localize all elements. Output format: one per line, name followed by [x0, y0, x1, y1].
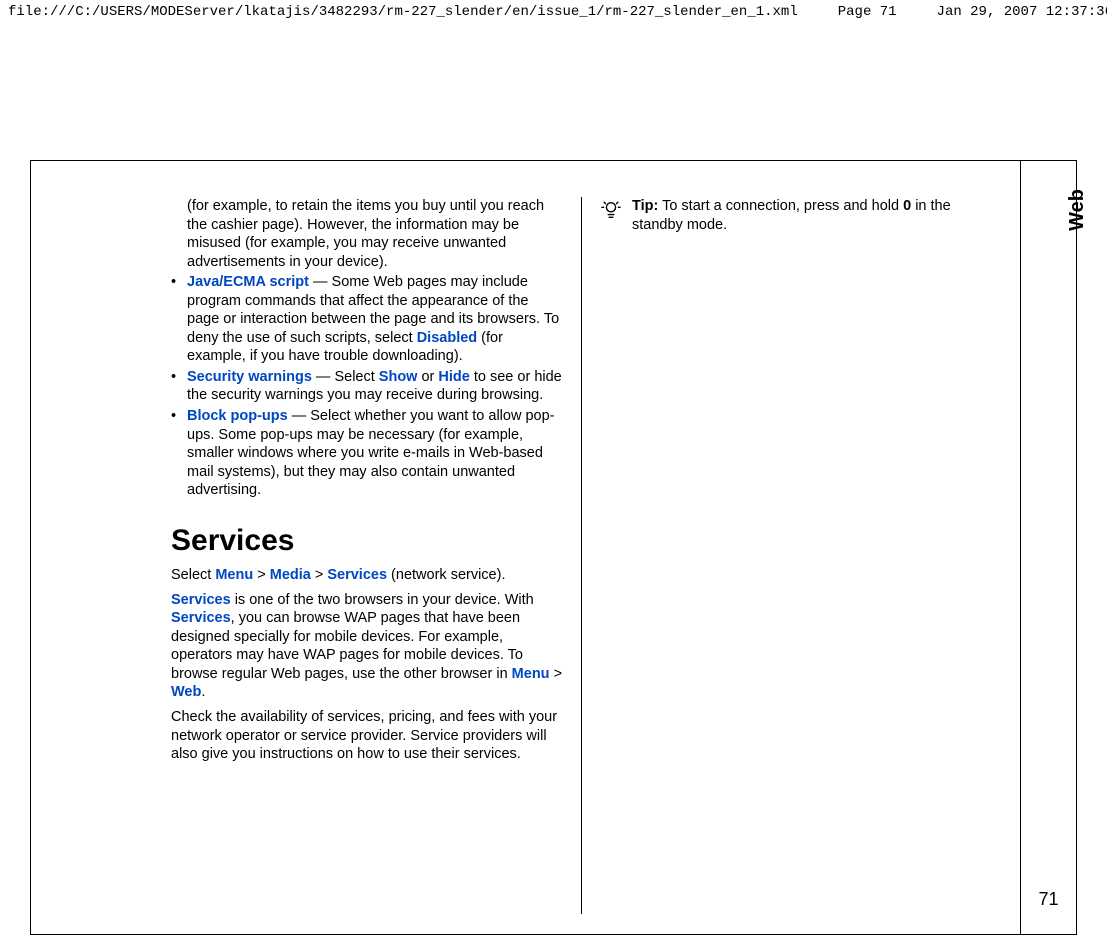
services-link: Services: [327, 567, 387, 583]
header-line: file:///C:/USERS/MODEServer/lkatajis/348…: [0, 0, 1107, 24]
term-block-popups: Block pop-ups: [187, 408, 288, 424]
tip-text: Tip: To start a connection, press and ho…: [632, 197, 992, 234]
tip-label: Tip:: [632, 198, 658, 214]
tip-block: Tip: To start a connection, press and ho…: [600, 197, 992, 234]
text: .: [201, 684, 205, 700]
term-disabled: Disabled: [417, 330, 477, 346]
chevron-icon: >: [257, 567, 265, 583]
services-link: Services: [171, 592, 231, 608]
web-link: Web: [171, 684, 201, 700]
list-item: Security warnings — Select Show or Hide …: [171, 368, 563, 405]
term-show: Show: [379, 369, 418, 385]
list-item: Java/ECMA script — Some Web pages may in…: [171, 273, 563, 366]
services-link: Services: [171, 610, 231, 626]
settings-list: Java/ECMA script — Some Web pages may in…: [171, 273, 563, 500]
page-number: 71: [1021, 889, 1076, 910]
text: or: [417, 369, 438, 385]
content-area: (for example, to retain the items you bu…: [31, 161, 1020, 934]
menu-link: Menu: [215, 567, 253, 583]
text: is one of the two browsers in your devic…: [231, 592, 534, 608]
chevron-icon: >: [315, 567, 323, 583]
term-hide: Hide: [438, 369, 469, 385]
text: (network service).: [387, 567, 505, 583]
tip-key: 0: [903, 198, 911, 214]
term-java-ecma: Java/ECMA script: [187, 274, 309, 290]
chevron-icon: >: [554, 666, 562, 682]
text: Select: [171, 567, 215, 583]
menu-link: Menu: [512, 666, 550, 682]
term-security-warnings: Security warnings: [187, 369, 312, 385]
services-desc: Services is one of the two browsers in y…: [171, 591, 563, 702]
left-column: (for example, to retain the items you bu…: [161, 197, 582, 914]
text: To start a connection, press and hold: [658, 198, 903, 214]
file-path: file:///C:/USERS/MODEServer/lkatajis/348…: [8, 4, 798, 20]
header-date: Jan 29, 2007 12:37:36 PM: [937, 4, 1107, 20]
list-item: Block pop-ups — Select whether you want …: [171, 407, 563, 500]
text: — Select: [312, 369, 379, 385]
header-page: Page 71: [838, 4, 897, 20]
right-column: Tip: To start a connection, press and ho…: [582, 197, 1002, 914]
media-link: Media: [270, 567, 311, 583]
tip-lightbulb-icon: [600, 199, 622, 227]
services-path: Select Menu > Media > Services (network …: [171, 566, 563, 585]
services-availability: Check the availability of services, pric…: [171, 708, 563, 764]
sidebar-section-label: Web: [1066, 189, 1089, 231]
intro-continuation: (for example, to retain the items you bu…: [171, 197, 563, 271]
services-heading: Services: [171, 522, 563, 560]
page-frame: (for example, to retain the items you bu…: [30, 160, 1077, 935]
sidebar: Web 71: [1020, 161, 1076, 934]
